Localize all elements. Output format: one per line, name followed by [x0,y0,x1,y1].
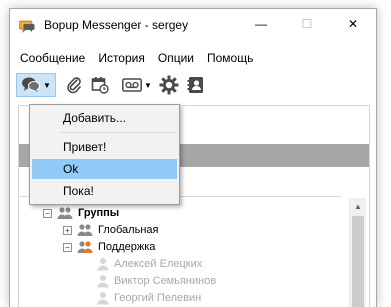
contact-tree[interactable]: − Группы + Глобальная − Поддержка Алексе… [19,196,341,307]
window-title: Bopup Messenger - sergey [44,18,189,32]
expand-toggle[interactable]: + [63,225,72,235]
main-window: Bopup Messenger - sergey — ☐ ✕ Сообщение… [9,8,377,307]
group-root-label: Группы [78,207,120,219]
chevron-down-icon: ▼ [144,80,152,90]
group-icon [77,224,93,236]
menu-bar: Сообщение История Опции Помощь [10,49,376,68]
tree-group-row[interactable]: − Поддержка [63,239,155,255]
member-label: Виктор Семьянинов [114,275,217,287]
scroll-up-arrow-icon[interactable]: ▲ [350,198,366,215]
group-label: Глобальная [98,224,159,236]
menu-history[interactable]: История [93,49,150,68]
scroll-thumb[interactable] [352,216,364,307]
message-icon [22,77,41,92]
voicemail-icon [122,78,142,92]
collapse-toggle[interactable]: − [43,208,52,218]
member-label: Георгий Пелевин [114,292,202,304]
attach-file-button[interactable] [63,73,85,97]
close-button[interactable]: ✕ [330,9,376,39]
paperclip-icon [67,77,81,94]
maximize-button[interactable]: ☐ [284,9,330,39]
quick-message-menu: Добавить... Привет! Ok Пока! [29,104,180,205]
schedule-button[interactable] [88,73,112,97]
menu-separator [61,132,177,133]
tree-member-row[interactable]: Алексей Елецких [97,256,202,272]
contacts-button[interactable] [184,73,208,97]
user-icon [97,258,109,271]
tree-root-row[interactable]: − Группы [43,205,119,221]
group-icon [57,207,73,219]
user-icon [97,292,109,305]
contacts-icon [187,77,203,93]
menu-item-ok[interactable]: Ok [32,159,177,179]
app-icon [19,20,35,33]
voice-message-button[interactable]: ▼ [117,73,157,97]
group-label: Поддержка [98,241,156,253]
tree-member-row[interactable]: Георгий Пелевин [97,290,201,306]
menu-item-add[interactable]: Добавить... [32,108,177,128]
menu-item-bye[interactable]: Пока! [32,181,177,201]
group-icon [77,241,93,253]
toolbar: ▼ ▼ [10,71,376,99]
menu-options[interactable]: Опции [153,49,199,68]
chevron-down-icon: ▼ [43,80,51,90]
menu-help[interactable]: Помощь [202,49,258,68]
vertical-scrollbar[interactable]: ▲ [349,198,366,307]
menu-item-hello[interactable]: Привет! [32,137,177,157]
member-label: Алексей Елецких [114,258,203,270]
collapse-toggle[interactable]: − [63,242,72,252]
user-icon [97,275,109,288]
minimize-button[interactable]: — [238,9,284,39]
gear-icon [159,75,179,95]
menu-message[interactable]: Сообщение [15,49,90,68]
quick-message-button[interactable]: ▼ [16,73,56,97]
tree-member-row[interactable]: Виктор Семьянинов [97,273,216,289]
tree-group-row[interactable]: + Глобальная [63,222,158,238]
calendar-icon [91,77,109,94]
settings-button[interactable] [157,73,181,97]
title-bar[interactable]: Bopup Messenger - sergey — ☐ ✕ [10,9,376,42]
